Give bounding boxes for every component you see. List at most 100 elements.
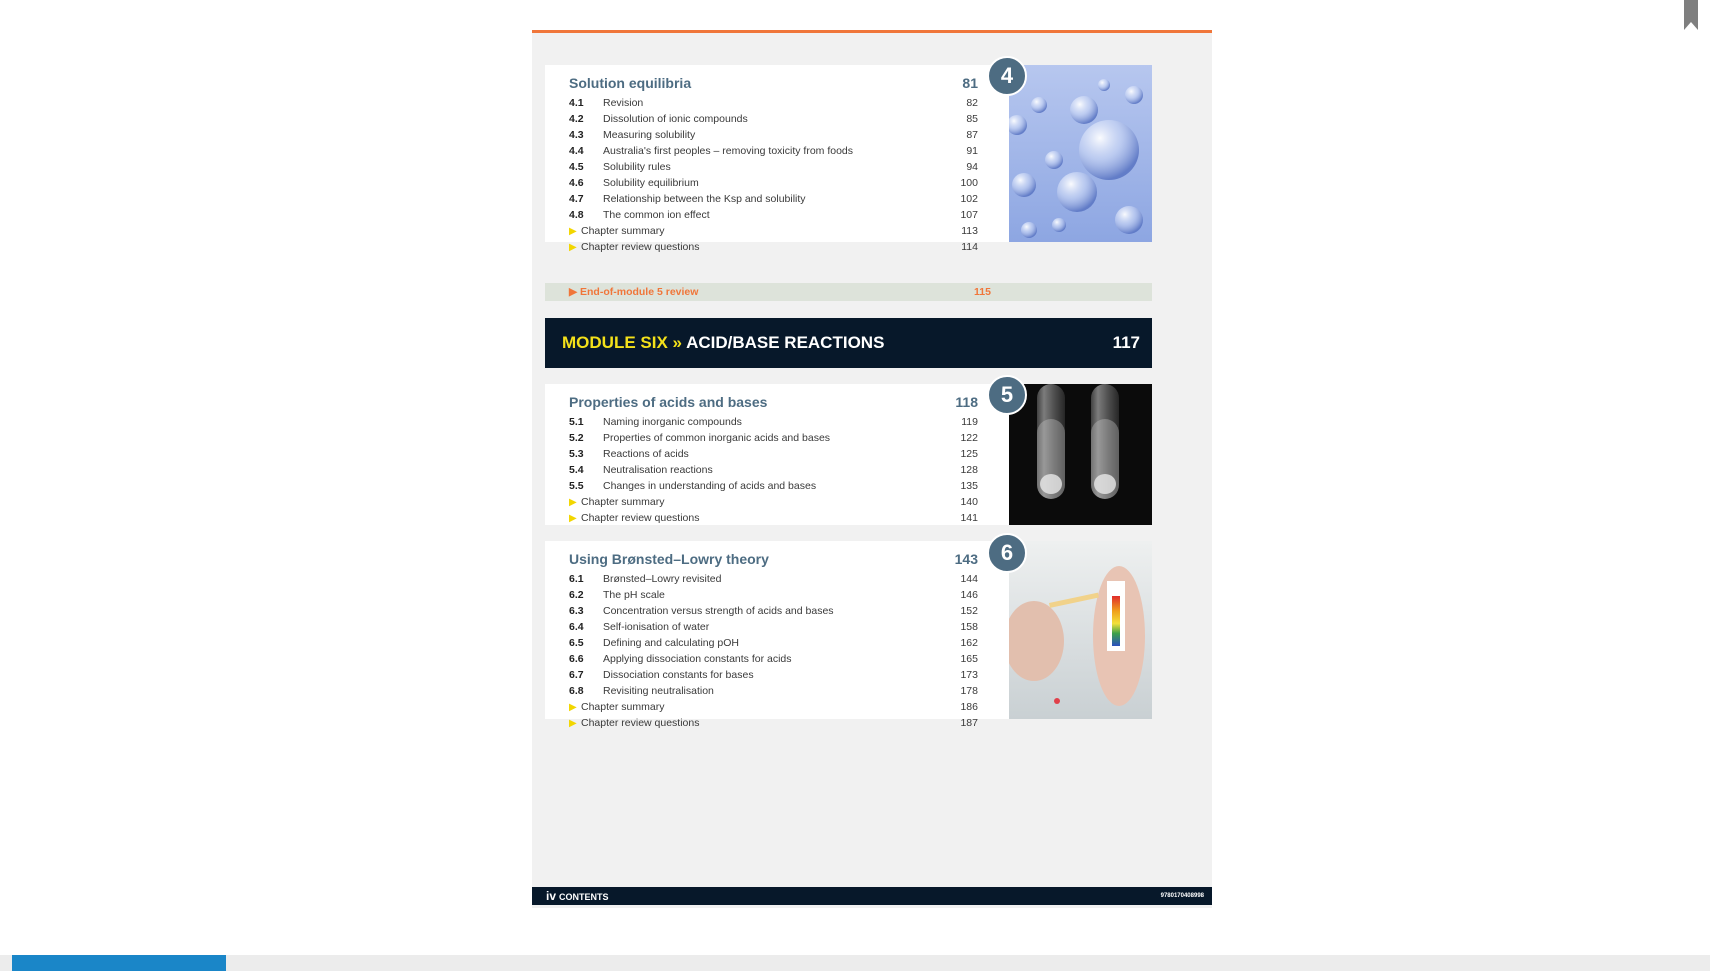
module-page: 117 [1112,333,1140,352]
section-title: Dissolution of ionic compounds [603,113,748,125]
section-page: 87 [966,129,978,141]
section-page: 146 [960,589,978,601]
section-title: Solubility rules [603,161,671,173]
bookmark-icon[interactable] [1684,0,1698,30]
section-page: 178 [960,685,978,697]
section-row[interactable]: 5.2 Properties of common inorganic acids … [569,430,978,446]
progress-fill [12,955,226,971]
extra-row[interactable]: ▶ Chapter review questions 141 [569,510,978,526]
document-viewer: Solution equilibria 81 4.1 Revision 82 4.2… [0,0,1710,975]
chapter-number-badge: 6 [987,533,1027,573]
section-row[interactable]: 5.5 Changes in understanding of acids and… [569,478,978,494]
section-title: Brønsted–Lowry revisited [603,573,722,585]
section-title: The pH scale [603,589,665,601]
section-number: 6.4 [569,621,584,633]
section-row[interactable]: 4.5 Solubility rules 94 [569,159,978,175]
extra-page: 113 [961,225,978,237]
section-page: 100 [960,177,978,189]
section-row[interactable]: 4.8 The common ion effect 107 [569,207,978,223]
section-number: 5.2 [569,432,584,444]
section-number: 5.3 [569,448,584,460]
section-row[interactable]: 6.4 Self-ionisation of water 158 [569,619,978,635]
section-row[interactable]: 5.4 Neutralisation reactions 128 [569,462,978,478]
extra-row[interactable]: ▶ Chapter summary 113 [569,223,978,239]
extra-row[interactable]: ▶ Chapter summary 140 [569,494,978,510]
section-page: 165 [960,653,978,665]
section-page: 102 [960,193,978,205]
section-number: 4.1 [569,97,584,109]
section-number: 6.7 [569,669,584,681]
extra-title: Chapter review questions [581,717,700,729]
extra-row[interactable]: ▶ Chapter summary 186 [569,699,978,715]
triangle-icon: ▶ [569,512,577,524]
extra-page: 114 [961,241,978,253]
section-row[interactable]: 6.6 Applying dissociation constants for a… [569,651,978,667]
extra-page: 187 [960,717,978,729]
end-of-module-review[interactable]: ▶ End-of-module 5 review 115 [545,283,1152,301]
module-banner[interactable]: MODULE SIX » ACID/BASE REACTIONS 117 [545,318,1152,368]
chapter-card-5: Properties of acids and bases 118 5.1 Nam… [545,375,1152,526]
section-title: Dissociation constants for bases [603,669,754,681]
section-number: 4.8 [569,209,584,221]
extra-page: 141 [960,512,978,524]
section-title: Properties of common inorganic acids and… [603,432,831,444]
section-row[interactable]: 6.3 Concentration versus strength of acid… [569,603,978,619]
section-number: 6.2 [569,589,584,601]
chapter-heading[interactable]: Using Brønsted–Lowry theory 143 [569,547,978,571]
end-of-module-label: ▶ End-of-module 5 review [569,286,699,298]
section-page: 85 [966,113,978,125]
section-title: Revisiting neutralisation [603,685,714,697]
chapter-heading[interactable]: Properties of acids and bases 118 [569,390,978,414]
section-page: 82 [966,97,978,109]
section-row[interactable]: 4.4 Australia's first peoples – removing … [569,143,978,159]
section-number: 5.1 [569,416,584,428]
chapter-page: 118 [955,394,978,410]
section-row[interactable]: 4.6 Solubility equilibrium 100 [569,175,978,191]
section-title: Measuring solubility [603,129,696,141]
section-title: Naming inorganic compounds [603,416,742,428]
chapter-page: 81 [962,75,978,91]
extra-row[interactable]: ▶ Chapter review questions 114 [569,239,978,255]
triangle-icon: ▶ [569,496,577,508]
section-title: Reactions of acids [603,448,689,460]
section-number: 4.6 [569,177,584,189]
section-page: 135 [960,480,978,492]
footer-isbn: 9780170408998 [1160,893,1204,899]
bubbles-photo [1009,65,1152,242]
triangle-icon: ▶ [569,717,577,729]
section-row[interactable]: 4.7 Relationship between the Ksp and solu… [569,191,978,207]
module-prefix: MODULE SIX » [562,333,682,352]
chapter-title: Using Brønsted–Lowry theory [569,551,769,567]
reading-progress-bar[interactable] [0,955,1710,971]
chapter-list: Properties of acids and bases 118 5.1 Nam… [545,384,1008,526]
section-row[interactable]: 6.5 Defining and calculating pOH 162 [569,635,978,651]
section-row[interactable]: 6.8 Revisiting neutralisation 178 [569,683,978,699]
section-row[interactable]: 6.2 The pH scale 146 [569,587,978,603]
section-number: 6.5 [569,637,584,649]
section-row[interactable]: 5.1 Naming inorganic compounds 119 [569,414,978,430]
section-page: 158 [960,621,978,633]
section-row[interactable]: 4.2 Dissolution of ionic compounds 85 [569,111,978,127]
section-title: Changes in understanding of acids and ba… [603,480,817,492]
section-title: Defining and calculating pOH [603,637,739,649]
triangle-icon: ▶ [569,225,577,237]
chapter-number-badge: 5 [987,375,1027,415]
section-row[interactable]: 5.3 Reactions of acids 125 [569,446,978,462]
ph-strip-photo [1009,541,1152,719]
extra-title: Chapter summary [581,225,665,237]
section-page: 122 [960,432,978,444]
section-number: 4.7 [569,193,584,205]
section-row[interactable]: 4.1 Revision 82 [569,95,978,111]
section-title: Revision [603,97,644,109]
module-heading: MODULE SIX » ACID/BASE REACTIONS [562,333,884,353]
extra-page: 140 [960,496,978,508]
section-row[interactable]: 6.1 Brønsted–Lowry revisited 144 [569,571,978,587]
section-title: Applying dissociation constants for acid… [603,653,792,665]
extra-row[interactable]: ▶ Chapter review questions 187 [569,715,978,731]
chapter-title: Solution equilibria [569,75,692,91]
test-tubes-photo [1009,384,1152,525]
chapter-list: Using Brønsted–Lowry theory 143 6.1 Brøns… [545,541,1008,731]
section-row[interactable]: 4.3 Measuring solubility 87 [569,127,978,143]
section-row[interactable]: 6.7 Dissociation constants for bases 173 [569,667,978,683]
chapter-heading[interactable]: Solution equilibria 81 [569,71,978,95]
